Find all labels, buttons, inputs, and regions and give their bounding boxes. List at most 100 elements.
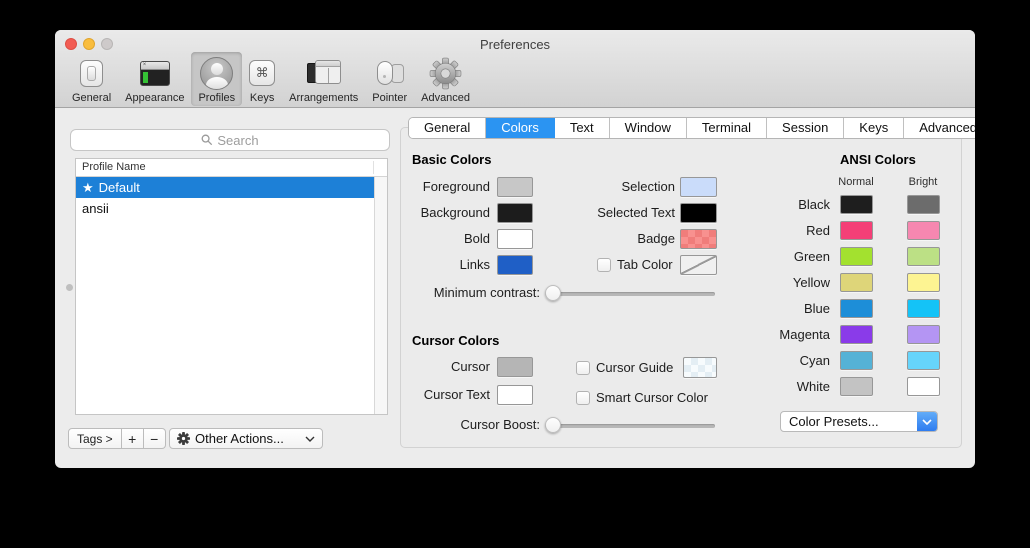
cursor-boost-label: Cursor Boost:	[362, 415, 540, 435]
cursor-text-label: Cursor Text	[370, 385, 490, 405]
slider-knob[interactable]	[545, 285, 561, 301]
gear-icon	[429, 55, 462, 91]
ansi-red-normal-well[interactable]	[840, 221, 873, 240]
normal-column-header: Normal	[836, 176, 876, 188]
ansi-cyan-label: Cyan	[750, 351, 830, 370]
gear-icon	[177, 432, 190, 445]
ansi-yellow-normal-well[interactable]	[840, 273, 873, 292]
ansi-cyan-bright-well[interactable]	[907, 351, 940, 370]
profile-actions-group: Tags > + −	[68, 428, 166, 449]
slider-track[interactable]	[545, 424, 715, 428]
background-label: Background	[370, 203, 490, 223]
toolbar-item-arrangements[interactable]: Arrangements	[282, 52, 365, 106]
ansi-black-label: Black	[750, 195, 830, 214]
chevron-down-icon	[922, 419, 932, 425]
ansi-red-bright-well[interactable]	[907, 221, 940, 240]
cursor-guide-checkbox[interactable]	[576, 361, 590, 375]
ansi-yellow-bright-well[interactable]	[907, 273, 940, 292]
appearance-icon: ×	[140, 55, 170, 91]
ansi-green-normal-well[interactable]	[840, 247, 873, 266]
slider-track[interactable]	[545, 292, 715, 296]
toolbar-item-appearance[interactable]: × Appearance	[118, 52, 191, 106]
command-key-icon: ⌘	[249, 55, 275, 91]
tab-colors[interactable]: Colors	[486, 118, 555, 138]
profile-table: Profile Name ★ Default ansii	[75, 158, 388, 415]
minimum-contrast-label: Minimum contrast:	[362, 283, 540, 303]
cursor-guide-color-well[interactable]	[683, 357, 717, 378]
remove-profile-button[interactable]: −	[144, 428, 166, 449]
links-color-well[interactable]	[497, 255, 533, 275]
profile-row-default[interactable]: ★ Default	[76, 177, 374, 198]
profile-name: ansii	[82, 198, 109, 219]
selection-color-well[interactable]	[680, 177, 717, 197]
basic-colors-heading: Basic Colors	[412, 152, 491, 167]
tab-color-checkbox[interactable]	[597, 258, 611, 272]
tab-keys[interactable]: Keys	[844, 118, 904, 138]
badge-color-well[interactable]	[680, 229, 717, 249]
settings-tab-bar: General Colors Text Window Terminal Sess…	[408, 117, 975, 139]
cursor-text-color-well[interactable]	[497, 385, 533, 405]
ansi-cyan-normal-well[interactable]	[840, 351, 873, 370]
toolbar-item-pointer[interactable]: Pointer	[365, 52, 414, 106]
bold-color-well[interactable]	[497, 229, 533, 249]
foreground-label: Foreground	[370, 177, 490, 197]
tab-session[interactable]: Session	[767, 118, 844, 138]
ansi-black-normal-well[interactable]	[840, 195, 873, 214]
ansi-blue-bright-well[interactable]	[907, 299, 940, 318]
color-presets-dropdown[interactable]: Color Presets...	[780, 411, 938, 432]
profile-name: Default	[99, 177, 140, 198]
bold-label: Bold	[370, 229, 490, 249]
ansi-white-label: White	[750, 377, 830, 396]
dropdown-arrow-button[interactable]	[917, 412, 937, 431]
ansi-magenta-normal-well[interactable]	[840, 325, 873, 344]
cursor-guide-row: Cursor Guide	[576, 360, 673, 375]
toolbar-item-profiles[interactable]: Profiles	[191, 52, 242, 106]
tab-text[interactable]: Text	[555, 118, 610, 138]
ansi-green-bright-well[interactable]	[907, 247, 940, 266]
ansi-magenta-label: Magenta	[750, 325, 830, 344]
profile-table-header[interactable]: Profile Name	[76, 159, 387, 177]
tab-window[interactable]: Window	[610, 118, 687, 138]
search-input[interactable]	[70, 129, 390, 151]
ansi-white-normal-well[interactable]	[840, 377, 873, 396]
splitter-handle[interactable]	[66, 284, 73, 291]
toolbar-item-keys[interactable]: ⌘ Keys	[242, 52, 282, 106]
tags-button[interactable]: Tags >	[68, 428, 122, 449]
selection-label: Selection	[545, 177, 675, 197]
cursor-colors-heading: Cursor Colors	[412, 333, 499, 348]
ansi-red-label: Red	[750, 221, 830, 240]
ansi-yellow-label: Yellow	[750, 273, 830, 292]
cursor-boost-slider[interactable]	[545, 417, 715, 433]
general-icon	[80, 55, 103, 91]
tab-color-well[interactable]	[680, 255, 717, 275]
arrangements-icon	[307, 55, 341, 91]
tab-terminal[interactable]: Terminal	[687, 118, 767, 138]
ansi-white-bright-well[interactable]	[907, 377, 940, 396]
profile-row-ansii[interactable]: ansii	[76, 198, 374, 219]
titlebar: Preferences General × Appearance Profile…	[55, 30, 975, 108]
tab-color-row: Tab Color	[597, 257, 673, 272]
ansi-black-bright-well[interactable]	[907, 195, 940, 214]
selected-text-color-well[interactable]	[680, 203, 717, 223]
cursor-label: Cursor	[370, 357, 490, 377]
foreground-color-well[interactable]	[497, 177, 533, 197]
tab-general[interactable]: General	[409, 118, 486, 138]
toolbar-item-advanced[interactable]: Advanced	[414, 52, 477, 106]
cursor-color-well[interactable]	[497, 357, 533, 377]
window-title: Preferences	[55, 37, 975, 52]
add-profile-button[interactable]: +	[122, 428, 144, 449]
smart-cursor-checkbox[interactable]	[576, 391, 590, 405]
ansi-green-label: Green	[750, 247, 830, 266]
other-actions-dropdown[interactable]: Other Actions...	[169, 428, 323, 449]
chevron-down-icon	[305, 436, 315, 442]
ansi-magenta-bright-well[interactable]	[907, 325, 940, 344]
ansi-blue-normal-well[interactable]	[840, 299, 873, 318]
background-color-well[interactable]	[497, 203, 533, 223]
preferences-window: Preferences General × Appearance Profile…	[55, 30, 975, 468]
toolbar-item-general[interactable]: General	[65, 52, 118, 106]
default-star-icon: ★	[82, 177, 94, 198]
minimum-contrast-slider[interactable]	[545, 285, 715, 301]
profiles-icon	[200, 55, 233, 91]
slider-knob[interactable]	[545, 417, 561, 433]
tab-advanced[interactable]: Advanced	[904, 118, 975, 138]
